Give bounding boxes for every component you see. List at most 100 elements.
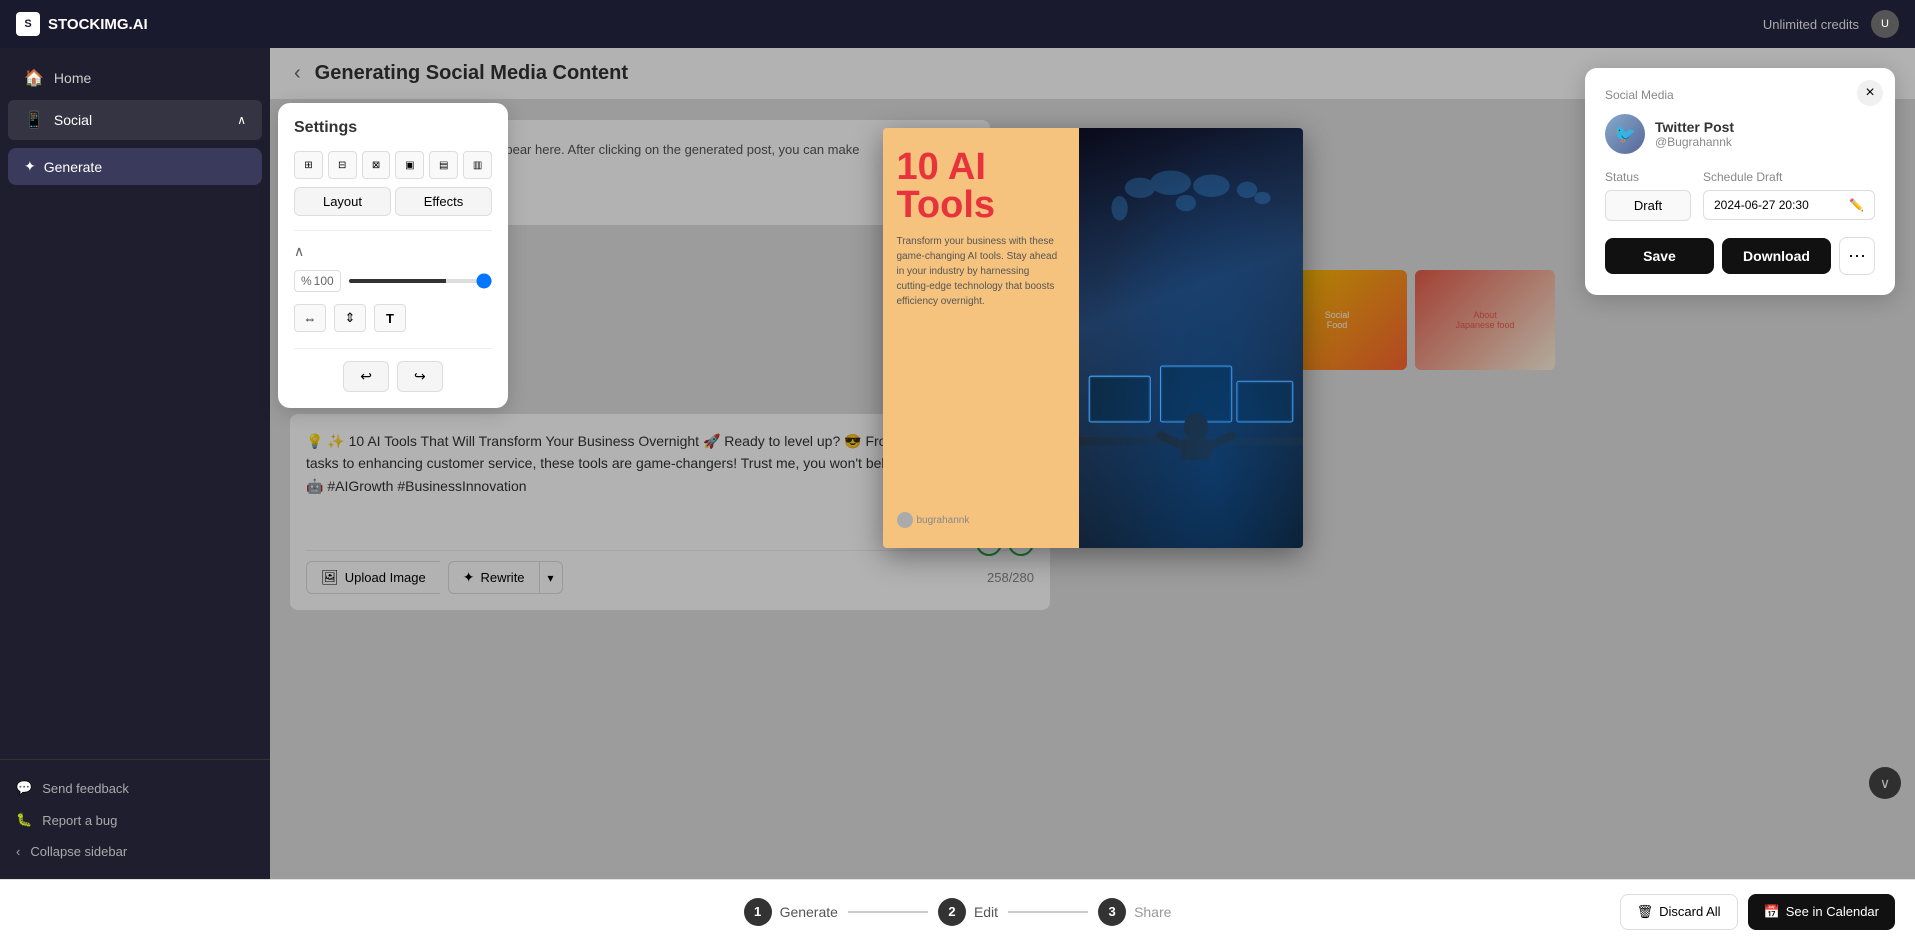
opacity-label: % 100 xyxy=(294,270,341,292)
logo: S STOCKIMG.AI xyxy=(16,12,148,36)
panel-avatar: 🐦 xyxy=(1605,114,1645,154)
more-options-button[interactable]: ⋯ xyxy=(1839,237,1875,275)
panel-actions-row: Save Download ⋯ xyxy=(1605,237,1875,275)
calendar-label: See in Calendar xyxy=(1786,904,1879,919)
panel-user-row: 🐦 Twitter Post @Bugrahannk xyxy=(1605,114,1875,154)
bottom-bar: 1 Generate 2 Edit 3 Share 🗑 Discard All … xyxy=(0,879,1915,943)
logo-icon: S xyxy=(16,12,40,36)
image-handle: bugrahannk xyxy=(897,512,1065,528)
discard-icon: 🗑 xyxy=(1637,904,1654,920)
sidebar-item-social[interactable]: 📱 Social ∧ xyxy=(8,100,262,140)
see-in-calendar-button[interactable]: 📅 See in Calendar xyxy=(1748,894,1895,930)
header-right: Unlimited credits U xyxy=(1763,10,1899,38)
report-bug-item[interactable]: 🐛 Report a bug xyxy=(8,804,262,836)
settings-title: Settings xyxy=(294,119,492,137)
logo-text: STOCKIMG.AI xyxy=(48,16,148,33)
discard-label: Discard All xyxy=(1659,904,1720,919)
image-body: Transform your business with these game-… xyxy=(897,234,1065,309)
flip-h-button[interactable]: ⇔ xyxy=(294,304,326,332)
social-icon: 📱 xyxy=(24,110,44,130)
sparkle-icon: ✦ xyxy=(24,158,36,175)
status-button[interactable]: Draft xyxy=(1605,190,1691,221)
image-left-panel: 10 AI Tools Transform your business with… xyxy=(883,128,1079,548)
download-button[interactable]: Download xyxy=(1722,238,1831,274)
layout-icon-2[interactable]: ⊟ xyxy=(328,151,357,179)
collapse-icon: ‹ xyxy=(16,844,20,859)
bottom-actions: 🗑 Discard All 📅 See in Calendar xyxy=(1620,894,1895,930)
user-avatar[interactable]: U xyxy=(1871,10,1899,38)
send-feedback-item[interactable]: 💬 Send feedback xyxy=(8,772,262,804)
step-3-label: Share xyxy=(1134,904,1171,920)
schedule-label: Schedule Draft xyxy=(1703,170,1875,184)
step-line-1 xyxy=(848,911,928,913)
percent-symbol: % xyxy=(301,274,312,288)
app-header: S STOCKIMG.AI Unlimited credits U xyxy=(0,0,1915,48)
social-label: Social xyxy=(54,112,92,128)
flip-v-button[interactable]: ⇕ xyxy=(334,304,366,332)
image-title: 10 AI Tools xyxy=(897,148,1065,224)
layout-tab[interactable]: Layout xyxy=(294,187,391,216)
step-3: 3 Share xyxy=(1098,898,1171,926)
image-right-panel xyxy=(1079,128,1303,548)
effects-tab[interactable]: Effects xyxy=(395,187,492,216)
step-2-label: Edit xyxy=(974,904,998,920)
chevron-up-icon: ∧ xyxy=(237,113,246,127)
settings-section: ∧ % 100 ⇔ ⇕ T xyxy=(294,230,492,332)
panel-schedule-field: Schedule Draft 2024-06-27 20:30 ✏️ xyxy=(1703,170,1875,221)
layout-icon-1[interactable]: ⊞ xyxy=(294,151,323,179)
collapse-label: Collapse sidebar xyxy=(30,844,127,859)
opacity-row: % 100 xyxy=(294,270,492,292)
tab-group: Layout Effects xyxy=(294,187,492,216)
layout-icons-row1: ⊞ ⊟ ⊠ ▣ ▤ ▥ xyxy=(294,151,492,179)
panel-fields-row: Status Draft Schedule Draft 2024-06-27 2… xyxy=(1605,170,1875,221)
feedback-label: Send feedback xyxy=(42,781,129,796)
opacity-slider[interactable] xyxy=(349,279,492,283)
panel-type-label: Social Media xyxy=(1605,88,1875,102)
sidebar: 🏠 Home 📱 Social ∧ ✦ Generate 💬 Send feed… xyxy=(0,48,270,879)
step-line-2 xyxy=(1008,911,1088,913)
discard-all-button[interactable]: 🗑 Discard All xyxy=(1620,894,1738,930)
main-content: ‹ Generating Social Media Content Your p… xyxy=(270,48,1915,879)
chevron-up-section-icon: ∧ xyxy=(294,243,304,260)
credits-label: Unlimited credits xyxy=(1763,17,1859,32)
schedule-button[interactable]: 2024-06-27 20:30 ✏️ xyxy=(1703,190,1875,220)
sidebar-footer: 💬 Send feedback 🐛 Report a bug ‹ Collaps… xyxy=(0,759,270,879)
right-side-panel: × Social Media 🐦 Twitter Post @Bugrahann… xyxy=(1585,68,1895,295)
save-button[interactable]: Save xyxy=(1605,238,1714,274)
undo-button[interactable]: ↩ xyxy=(343,361,389,392)
sidebar-nav: 🏠 Home 📱 Social ∧ ✦ Generate xyxy=(0,48,270,759)
home-icon: 🏠 xyxy=(24,68,44,88)
layout-icon-3[interactable]: ⊠ xyxy=(362,151,391,179)
step-2-num: 2 xyxy=(938,898,966,926)
calendar-icon: 📅 xyxy=(1764,904,1780,920)
bug-icon: 🐛 xyxy=(16,812,32,828)
feedback-icon: 💬 xyxy=(16,780,32,796)
step-1-num: 1 xyxy=(744,898,772,926)
redo-button[interactable]: ↪ xyxy=(397,361,443,392)
generate-button[interactable]: ✦ Generate xyxy=(8,148,262,185)
bug-label: Report a bug xyxy=(42,813,117,828)
tool-icons-row: ⇔ ⇕ T xyxy=(294,304,492,332)
collapse-sidebar-item[interactable]: ‹ Collapse sidebar xyxy=(8,836,262,867)
home-label: Home xyxy=(54,70,91,86)
panel-post-type: Twitter Post xyxy=(1655,119,1734,135)
center-preview-image: 10 AI Tools Transform your business with… xyxy=(883,128,1303,548)
status-label: Status xyxy=(1605,170,1691,184)
edit-icon: ✏️ xyxy=(1849,198,1864,212)
step-2: 2 Edit xyxy=(938,898,998,926)
layout-icon-6[interactable]: ▥ xyxy=(463,151,492,179)
step-1: 1 Generate xyxy=(744,898,838,926)
section-header[interactable]: ∧ xyxy=(294,243,492,260)
undo-redo-row: ↩ ↪ xyxy=(294,348,492,392)
settings-panel: Settings ⊞ ⊟ ⊠ ▣ ▤ ▥ Layout Effects ∧ % … xyxy=(278,103,508,408)
step-3-num: 3 xyxy=(1098,898,1126,926)
layout-icon-5[interactable]: ▤ xyxy=(429,151,458,179)
layout-icon-4[interactable]: ▣ xyxy=(395,151,424,179)
step-1-label: Generate xyxy=(780,904,838,920)
text-button[interactable]: T xyxy=(374,304,406,332)
panel-close-button[interactable]: × xyxy=(1857,80,1883,106)
panel-handle: @Bugrahannk xyxy=(1655,135,1734,149)
steps-group: 1 Generate 2 Edit 3 Share xyxy=(744,898,1172,926)
sidebar-item-home[interactable]: 🏠 Home xyxy=(8,58,262,98)
panel-status-field: Status Draft xyxy=(1605,170,1691,221)
